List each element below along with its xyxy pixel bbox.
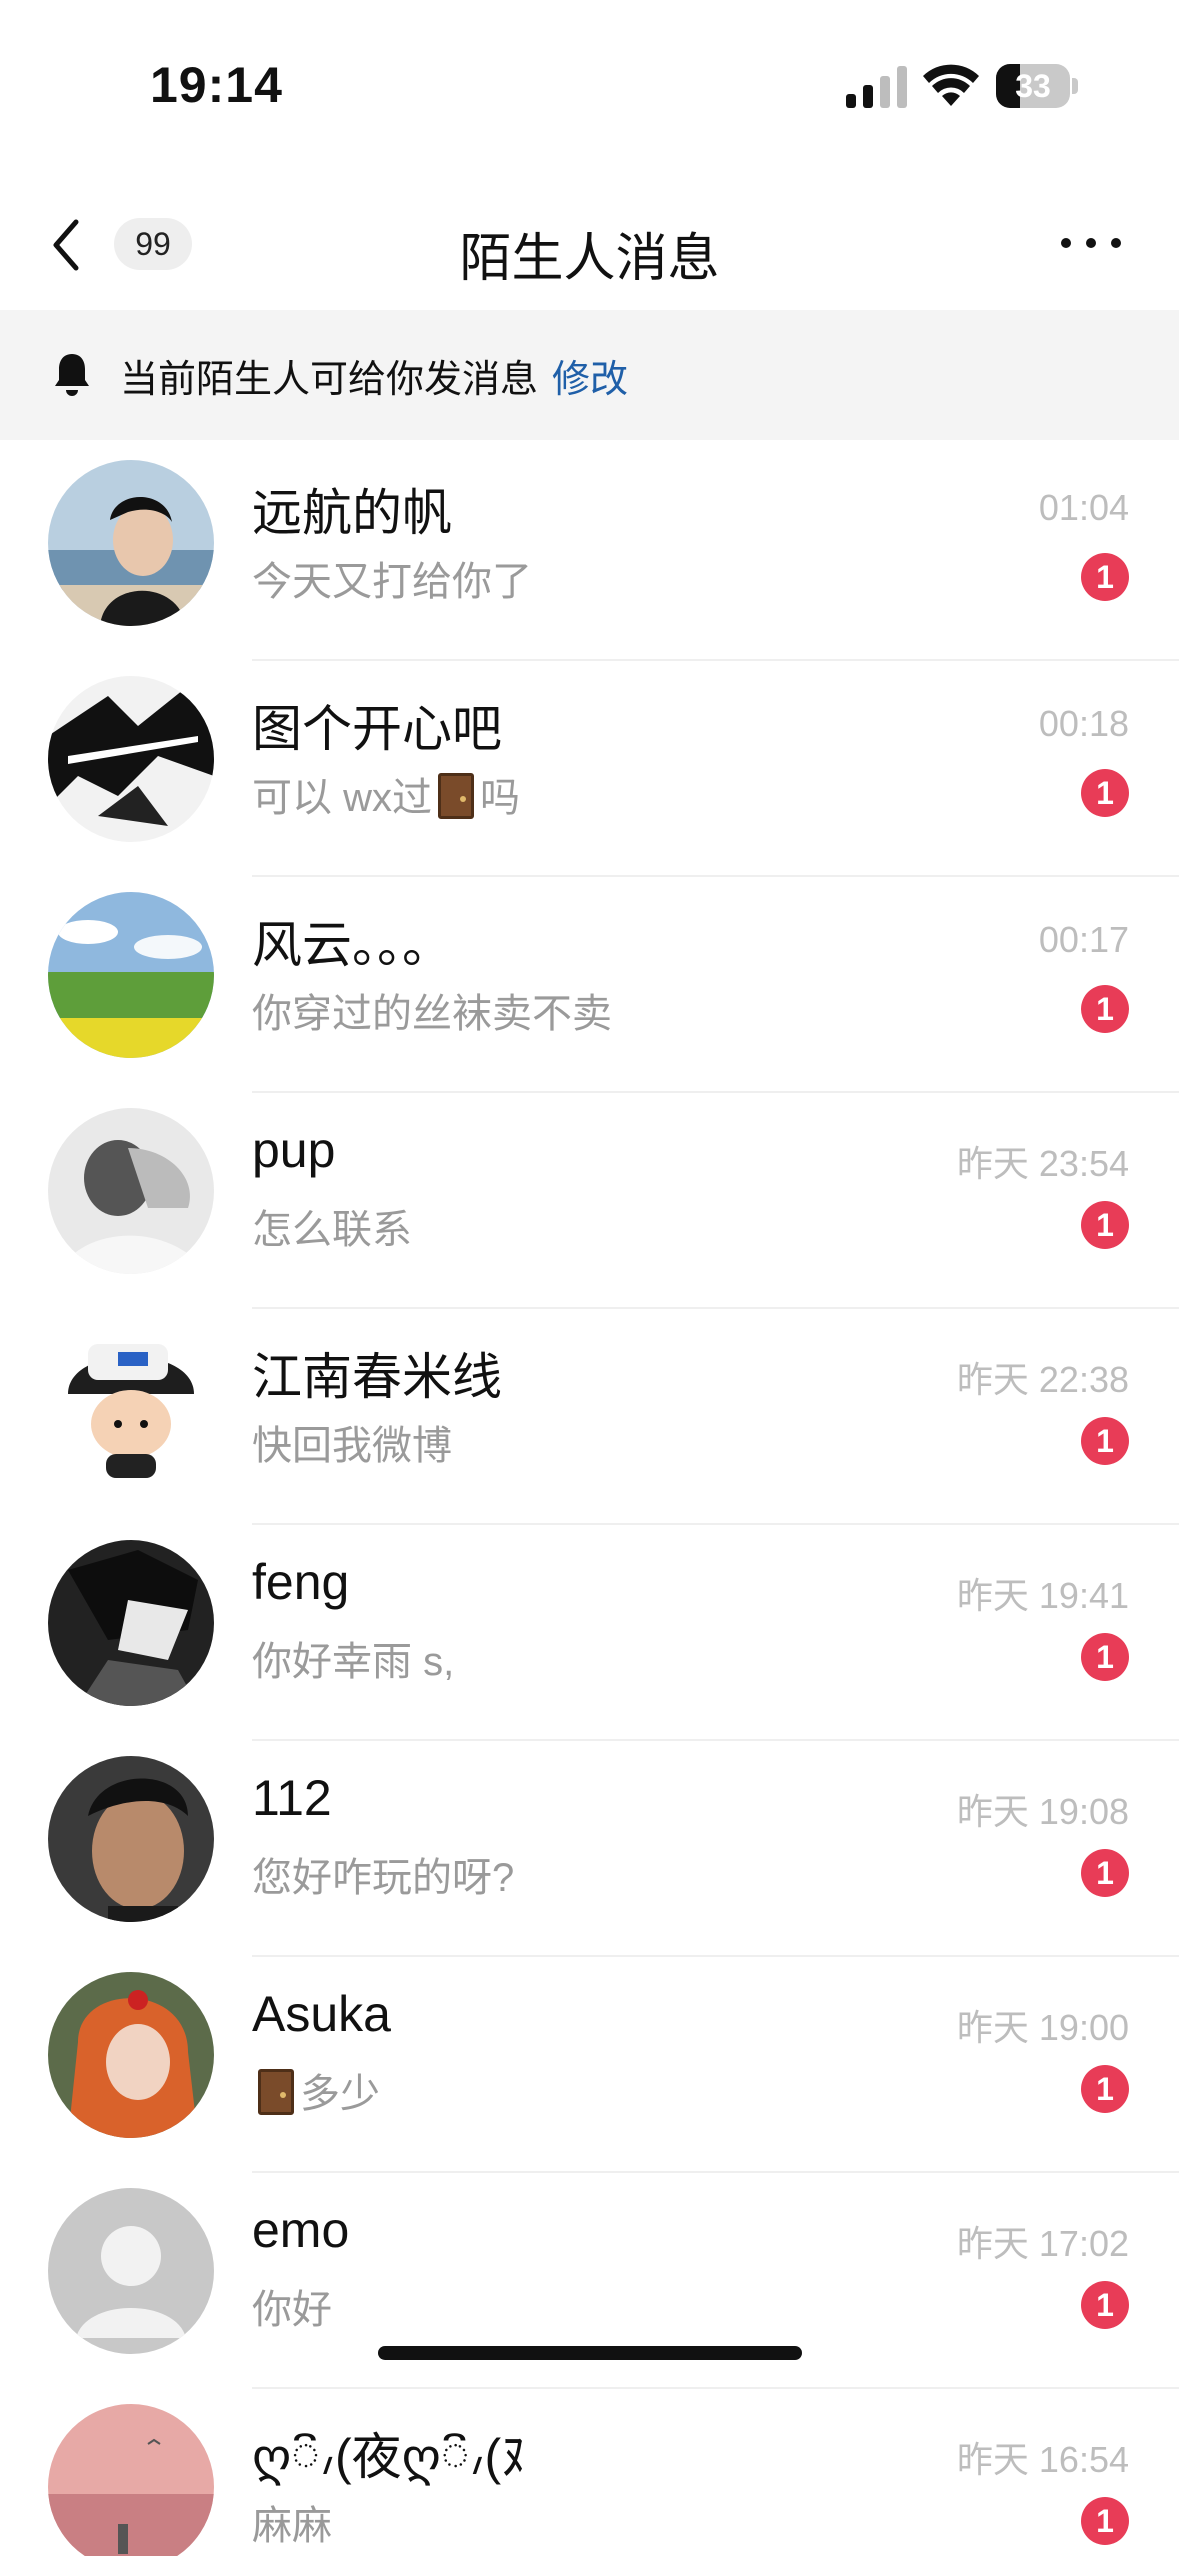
message-time: 00:18 (1038, 703, 1129, 744)
message-preview: 麻麻 (252, 2504, 332, 2548)
message-time: 昨天 16:54 (956, 2439, 1129, 2480)
avatar[interactable] (48, 1324, 214, 1490)
conversation-row[interactable]: Asuka 昨天 19:00 多少 1 (0, 1957, 1179, 2173)
unread-badge: 1 (1081, 1849, 1129, 1897)
unread-badge: 1 (1081, 2281, 1129, 2329)
conversation-row[interactable]: feng 昨天 19:41 你好幸雨 s, 1 (0, 1525, 1179, 1741)
message-preview: 今天又打给你了 (252, 560, 532, 604)
conversation-row[interactable]: 图个开心吧 00:18 可以 wx过 吗 1 (0, 661, 1179, 877)
more-options-icon[interactable] (1056, 228, 1126, 258)
message-time: 昨天 23:54 (956, 1143, 1129, 1184)
message-preview: 你好幸雨 s, (252, 1640, 455, 1684)
unread-badge: 1 (1081, 1417, 1129, 1465)
contact-name: 112 (252, 1770, 332, 1826)
message-time: 昨天 17:02 (956, 2223, 1129, 2264)
door-emoji-icon (438, 773, 474, 820)
message-preview: 你穿过的丝袜卖不卖 (252, 992, 612, 1036)
message-time: 01:04 (1038, 487, 1129, 528)
message-time: 00:17 (1038, 919, 1129, 960)
unread-badge: 1 (1081, 2065, 1129, 2113)
conversation-row[interactable]: 江南春米线 昨天 22:38 快回我微博 1 (0, 1309, 1179, 1525)
status-bar: 19:14 33 (0, 0, 1179, 170)
navigation-bar: 99 陌生人消息 (0, 190, 1179, 300)
message-preview: 快回我微博 (252, 1424, 452, 1468)
contact-name: ღ៝៸(夜ღ៝៸(ﾇ (252, 2429, 527, 2485)
message-preview: 可以 wx过 吗 (252, 765, 520, 823)
contact-name: pup (252, 1122, 336, 1178)
avatar[interactable] (48, 2188, 214, 2354)
bell-icon (55, 354, 89, 396)
contact-name: 江南春米线 (252, 1349, 502, 1405)
conversation-row[interactable]: ღ៝៸(夜ღ៝៸(ﾇ 昨天 16:54 麻麻 1 (0, 2389, 1179, 2556)
message-time: 昨天 19:00 (956, 2007, 1129, 2048)
modify-link[interactable]: 修改 (552, 359, 628, 401)
stranger-message-banner: 当前陌生人可给你发消息 修改 (0, 310, 1179, 440)
contact-name: feng (252, 1554, 350, 1610)
banner-message: 当前陌生人可给你发消息 (120, 359, 539, 401)
conversation-row[interactable]: 112 昨天 19:08 您好咋玩的呀? 1 (0, 1741, 1179, 1957)
avatar[interactable] (48, 892, 214, 1058)
battery-percent: 33 (1015, 68, 1051, 104)
avatar[interactable] (48, 676, 214, 842)
home-indicator[interactable] (378, 2346, 802, 2360)
preview-text: 多少 (300, 2072, 380, 2116)
preview-text: 可以 wx过 (252, 776, 432, 820)
avatar[interactable] (48, 460, 214, 626)
status-time: 19:14 (150, 57, 283, 113)
unread-badge: 1 (1081, 2497, 1129, 2545)
conversation-row[interactable]: pup 昨天 23:54 怎么联系 1 (0, 1093, 1179, 1309)
message-preview: 多少 (252, 2061, 380, 2119)
avatar[interactable] (48, 1540, 214, 1706)
contact-name: 图个开心吧 (252, 701, 502, 757)
unread-badge: 1 (1081, 769, 1129, 817)
contact-name: 远航的帆 (252, 485, 452, 541)
unread-badge: 1 (1081, 1633, 1129, 1681)
battery-icon: 33 (996, 64, 1078, 108)
unread-badge: 1 (1081, 553, 1129, 601)
cellular-signal-icon (846, 66, 907, 108)
avatar[interactable] (48, 1108, 214, 1274)
avatar[interactable] (48, 1756, 214, 1922)
avatar[interactable] (48, 2404, 214, 2556)
avatar[interactable] (48, 1972, 214, 2138)
door-emoji-icon (258, 2069, 294, 2116)
banner-text: 当前陌生人可给你发消息 修改 (120, 348, 628, 403)
contact-name: 风云。。。 (252, 917, 452, 973)
message-preview: 怎么联系 (252, 1208, 412, 1252)
message-preview: 你好 (252, 2288, 332, 2332)
conversation-row[interactable]: 远航的帆 01:04 今天又打给你了 1 (0, 445, 1179, 661)
preview-text: 吗 (480, 776, 520, 820)
page-title: 陌生人消息 (459, 230, 720, 288)
unread-badge: 1 (1081, 1201, 1129, 1249)
unread-badge: 1 (1081, 985, 1129, 1033)
message-time: 昨天 22:38 (956, 1359, 1129, 1400)
message-time: 昨天 19:41 (956, 1575, 1129, 1616)
message-time: 昨天 19:08 (956, 1791, 1129, 1832)
message-preview: 您好咋玩的呀? (252, 1856, 515, 1900)
conversation-row[interactable]: 风云。。。 00:17 你穿过的丝袜卖不卖 1 (0, 877, 1179, 1093)
wifi-icon (923, 64, 979, 106)
contact-name: emo (252, 2202, 350, 2258)
contact-name: Asuka (252, 1986, 391, 2042)
